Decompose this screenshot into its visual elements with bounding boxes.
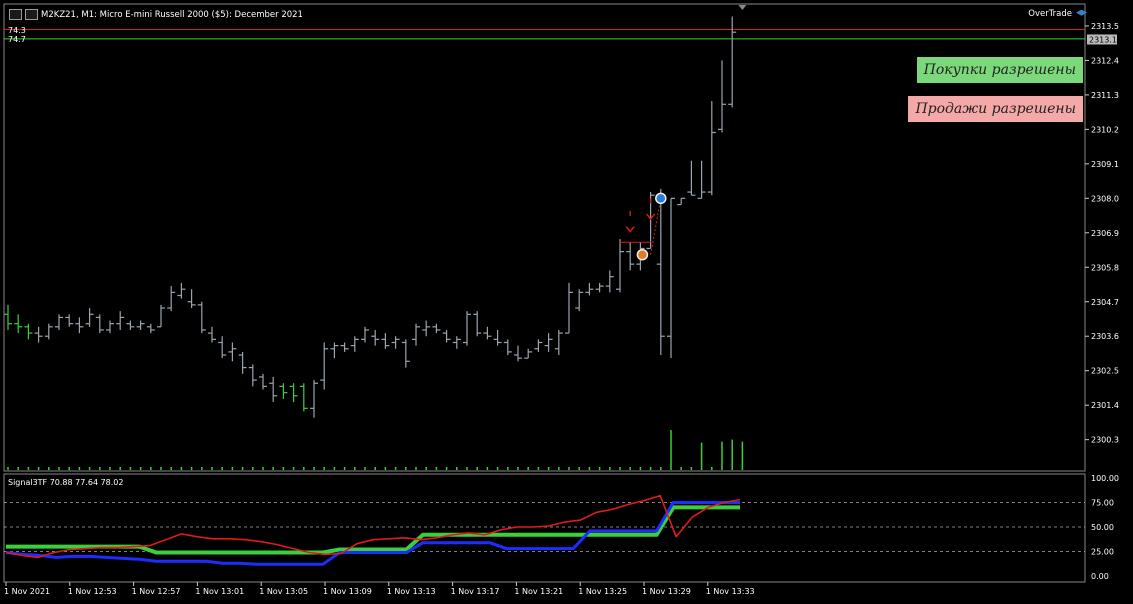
indicator-tick-label: 50.00 [1091,523,1114,532]
price-tick-label: 2311.3 [1091,91,1119,100]
overtrade-label[interactable]: OverTrade [1028,9,1087,19]
time-tick-label: 1 Nov 13:33 [706,587,755,596]
time-tick-label: 1 Nov 13:17 [451,587,500,596]
order-marker-icon [636,248,649,261]
indicator-title: Signal3TF 70.88 77.64 78.02 [8,478,124,487]
indicator-tick-label: 100.00 [1091,474,1119,483]
order-marker-icon [655,192,667,205]
market-watch-icon[interactable] [25,9,38,20]
chart-canvas[interactable]: 2313.5 2312.4 2311.3 2310.2 2309.1 2308.0 2306… [0,0,1133,604]
time-tick-label: 1 Nov 12:53 [68,587,117,596]
current-price-label: 2313.1 [1089,35,1117,44]
price-tick-label: 2309.1 [1091,160,1119,169]
level-lower-label: 74.7 [8,35,26,44]
indicator-tick-label: 0.00 [1091,572,1109,581]
indicator-tick-label: 25.00 [1091,548,1114,557]
price-tick-label: 2302.5 [1091,367,1119,376]
time-tick-label: 1 Nov 13:29 [642,587,691,596]
time-tick-label: 1 Nov 13:05 [259,587,308,596]
time-tick-label: 1 Nov 12:57 [132,587,181,596]
buy-allowed-badge[interactable]: Покупки разрешены [916,57,1083,83]
indicator-tick-label: 75.00 [1091,499,1114,508]
indicator-pane-frame [3,473,1086,583]
current-bar-marker-icon [738,5,747,10]
time-tick-label: 1 Nov 13:25 [578,587,627,596]
price-tick-label: 2300.3 [1091,436,1119,445]
time-tick-label: 1 Nov 13:01 [195,587,244,596]
chart-title: M2KZ21, M1: Micro E-mini Russell 2000 ($… [41,9,303,20]
chart-header: M2KZ21, M1: Micro E-mini Russell 2000 ($… [9,9,303,20]
price-tick-label: 2305.8 [1091,263,1119,272]
graduation-cap-icon [1076,9,1087,16]
trade-connector-line [650,198,662,255]
time-tick-label: 1 Nov 13:09 [323,587,372,596]
price-tick-label: 2303.6 [1091,332,1119,341]
time-tick-label: 1 Nov 13:21 [514,587,563,596]
price-tick-label: 2301.4 [1091,401,1119,410]
price-tick-label: 2304.7 [1091,298,1119,307]
sell-allowed-badge[interactable]: Продажи разрешены [908,96,1083,122]
level-upper-label: 74.3 [8,26,26,35]
time-tick-label: 1 Nov 13:13 [387,587,436,596]
time-tick-label: 1 Nov 2021 [4,587,50,596]
sell-arrow-icon [625,210,635,233]
chart-window-icon[interactable] [9,9,22,20]
price-tick-label: 2313.5 [1091,22,1119,31]
price-tick-label: 2310.2 [1091,125,1119,134]
price-tick-label: 2308.0 [1091,194,1119,203]
price-tick-label: 2312.4 [1091,56,1119,65]
price-tick-label: 2306.9 [1091,229,1119,238]
